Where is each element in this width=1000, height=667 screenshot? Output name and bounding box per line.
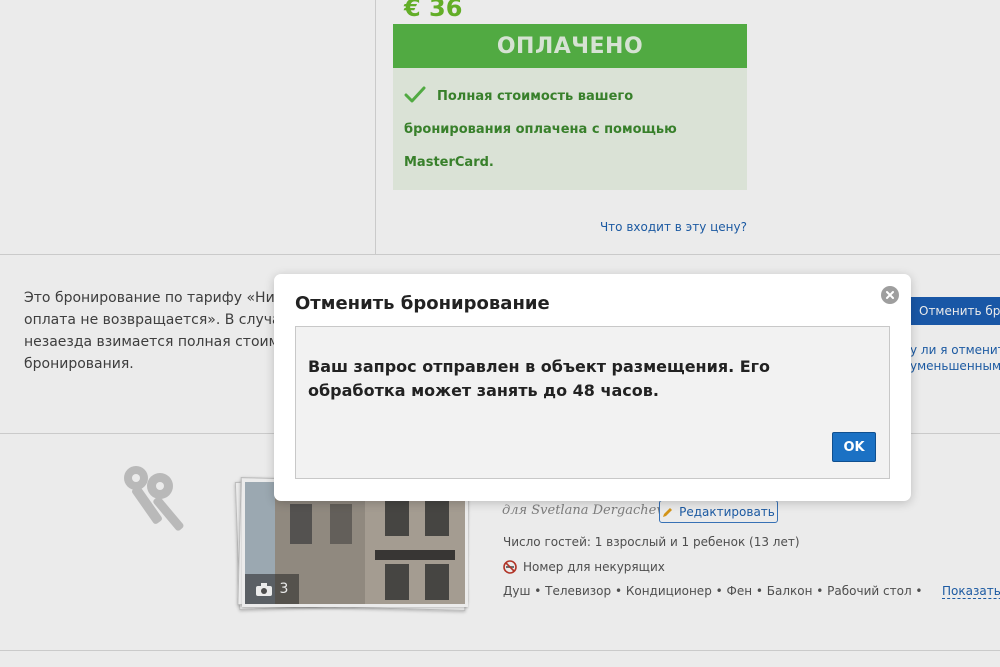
dialog-title: Отменить бронирование xyxy=(295,293,550,314)
dialog-body: Ваш запрос отправлен в объект размещения… xyxy=(295,326,890,479)
close-icon[interactable] xyxy=(881,286,899,304)
cancel-booking-dialog: Отменить бронирование Ваш запрос отправл… xyxy=(274,274,911,501)
ok-button[interactable]: OK xyxy=(832,432,876,462)
dialog-message: Ваш запрос отправлен в объект размещения… xyxy=(308,357,771,400)
